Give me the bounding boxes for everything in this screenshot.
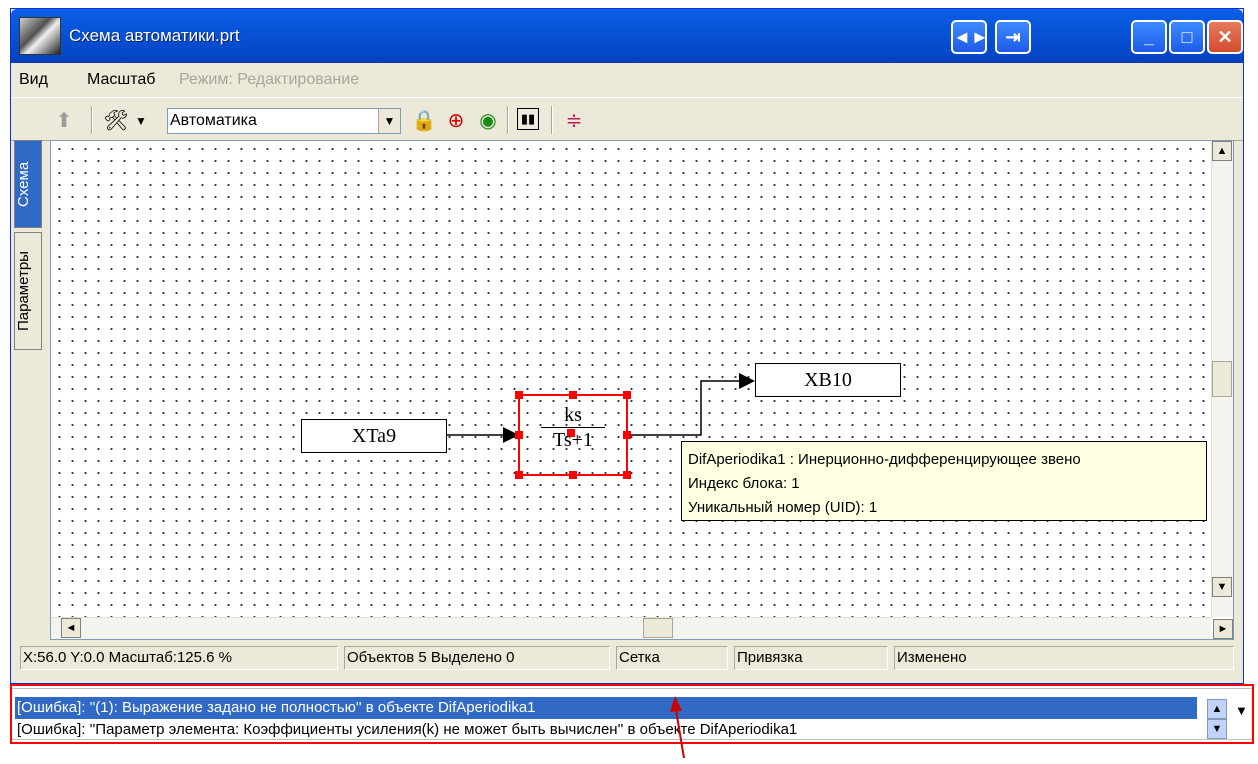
tooltip-line-2: Индекс блока: 1	[688, 475, 800, 492]
block-input[interactable]: XTa9	[301, 419, 447, 453]
close-button[interactable]: ✕	[1207, 20, 1243, 54]
app-icon[interactable]	[19, 17, 61, 55]
diagram-canvas[interactable]: XTa9 XB10 ks Ts+1 DifAperiodika1 : Инерц…	[51, 141, 1211, 617]
split-view-button[interactable]: ◄►	[951, 20, 989, 54]
scroll-down-icon[interactable]: ▼	[1212, 577, 1232, 597]
tab-parameters[interactable]: Параметры	[14, 232, 42, 350]
title-bar[interactable]: Схема автоматики.prt ◄► ⇥ _ □ ✕	[11, 9, 1243, 63]
menu-mode: Режим: Редактирование	[179, 71, 360, 88]
message-item[interactable]: [Ошибка]: ''Параметр элемента: Коэффицие…	[15, 719, 1197, 741]
tab-schema[interactable]: Схема	[14, 140, 42, 228]
message-item[interactable]: [Ошибка]: ''(1): Выражение задано не пол…	[14, 696, 1198, 720]
minimize-button[interactable]: _	[1131, 20, 1167, 54]
block-output-label: XB10	[804, 369, 852, 391]
side-tabs: Схема Параметры	[14, 140, 54, 640]
tooltip-line-3: Уникальный номер (UID): 1	[688, 499, 878, 516]
status-coords: X:56.0 Y:0.0 Масштаб:125.6 %	[20, 646, 338, 670]
status-bar: X:56.0 Y:0.0 Масштаб:125.6 % Объектов 5 …	[0, 642, 1258, 674]
message-dropdown-icon[interactable]: ▼	[1235, 703, 1248, 718]
zoom-icon[interactable]: ⊕	[443, 108, 469, 134]
toolbar-separator	[91, 106, 93, 134]
block-input-label: XTa9	[351, 425, 397, 447]
transfer-numerator: ks	[541, 403, 605, 428]
layers-icon[interactable]: ≑	[561, 108, 587, 134]
message-list[interactable]: [Ошибка]: ''(1): Выражение задано не пол…	[10, 688, 1254, 740]
pointer-arrow	[670, 696, 685, 759]
menu-scale[interactable]: Масштаб	[87, 71, 155, 89]
scroll-up-icon[interactable]: ▲	[1212, 141, 1232, 161]
tools-icon[interactable]: 🛠	[103, 108, 129, 134]
mode-combobox-value: Автоматика	[170, 112, 257, 129]
tooltip-line-1: DifAperiodika1 : Инерционно-дифференциру…	[688, 451, 1081, 468]
toolbar: ⬆ 🛠 ▼ Автоматика ▼ 🔒 ⊕ ◉ ▮▮ ≑	[11, 97, 1243, 141]
lock-icon[interactable]: 🔒	[411, 108, 437, 134]
scroll-left-icon[interactable]: ◄	[61, 618, 81, 638]
transfer-function-block[interactable]: ks Ts+1	[523, 403, 623, 469]
combobox-arrow-icon[interactable]: ▼	[378, 109, 400, 133]
transfer-denominator: Ts+1	[553, 429, 593, 451]
target-icon[interactable]: ◉	[475, 108, 501, 134]
toolbar-separator	[507, 106, 509, 134]
wire-output	[631, 380, 739, 436]
message-scroll-down-icon[interactable]: ▼	[1207, 719, 1227, 739]
horizontal-scroll-thumb[interactable]	[643, 618, 673, 638]
scroll-right-icon[interactable]: ►	[1213, 619, 1233, 639]
connections	[447, 373, 755, 479]
block-output[interactable]: XB10	[755, 363, 901, 397]
menu-view[interactable]: Вид	[19, 71, 48, 89]
message-scrollbar[interactable]: ▲ ▼	[1207, 699, 1229, 739]
up-arrow-icon[interactable]: ⬆	[51, 108, 77, 134]
tools-dropdown-icon[interactable]: ▼	[133, 108, 149, 134]
vertical-scrollbar[interactable]: ▲ ▼	[1211, 141, 1233, 617]
diagram-area: XTa9 XB10 ks Ts+1 DifAperiodika1 : Инерц…	[50, 140, 1234, 640]
pause-icon[interactable]: ▮▮	[517, 108, 539, 130]
arrowhead-output	[739, 373, 755, 389]
message-scroll-up-icon[interactable]: ▲	[1207, 699, 1227, 719]
maximize-button[interactable]: □	[1169, 20, 1205, 54]
window-title: Схема автоматики.prt	[69, 26, 240, 45]
dock-button[interactable]: ⇥	[995, 20, 1031, 54]
status-changed: Изменено	[894, 646, 1234, 670]
horizontal-scrollbar[interactable]: ◄	[51, 617, 1211, 639]
toolbar-separator	[551, 106, 553, 134]
menu-bar: Вид Масштаб Режим: Редактирование	[11, 65, 1243, 95]
vertical-scroll-thumb[interactable]	[1212, 361, 1232, 397]
block-tooltip: DifAperiodika1 : Инерционно-дифференциру…	[681, 441, 1207, 521]
mode-combobox[interactable]: Автоматика ▼	[167, 108, 401, 134]
status-objects: Объектов 5 Выделено 0	[344, 646, 610, 670]
